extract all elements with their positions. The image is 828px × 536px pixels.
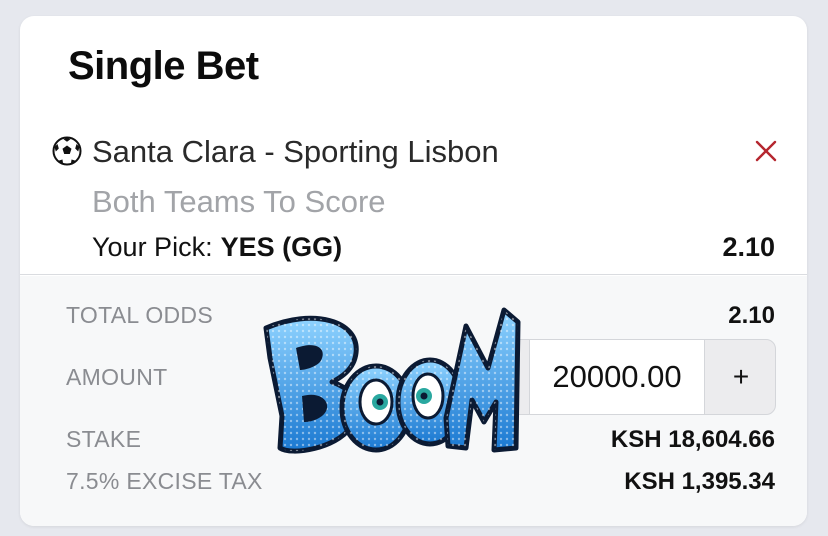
excise-tax-value: KSH 1,395.34 — [624, 468, 775, 495]
pick-odds: 2.10 — [722, 232, 775, 262]
pick-row: Your Pick: YES (GG) — [92, 232, 342, 263]
close-icon[interactable] — [751, 136, 781, 166]
increment-button[interactable]: + — [707, 340, 775, 414]
amount-label: AMOUNT — [66, 364, 168, 390]
amount-stepper: 20000.00 + — [498, 339, 776, 415]
soccer-ball-icon — [52, 136, 82, 166]
match-name: Santa Clara - Sporting Lisbon — [92, 134, 499, 169]
market-name: Both Teams To Score — [92, 184, 386, 219]
page-title: Single Bet — [68, 44, 259, 88]
total-odds-value: 2.10 — [728, 302, 775, 329]
amount-input[interactable]: 20000.00 — [529, 340, 705, 414]
boom-letter-m — [443, 307, 521, 453]
stake-label: STAKE — [66, 426, 142, 452]
divider — [20, 274, 807, 275]
stake-value: KSH 18,604.66 — [610, 426, 775, 453]
excise-tax-label: 7.5% EXCISE TAX — [66, 468, 263, 494]
total-odds-label: TOTAL ODDS — [66, 302, 213, 328]
pick-value: YES (GG) — [220, 232, 343, 262]
boom-sticker — [263, 307, 521, 454]
boom-letter-b — [263, 315, 360, 454]
pick-label: Your Pick: — [92, 232, 213, 262]
betslip-card: Single Bet Santa Clara - Sporting Lisbon… — [20, 16, 807, 526]
